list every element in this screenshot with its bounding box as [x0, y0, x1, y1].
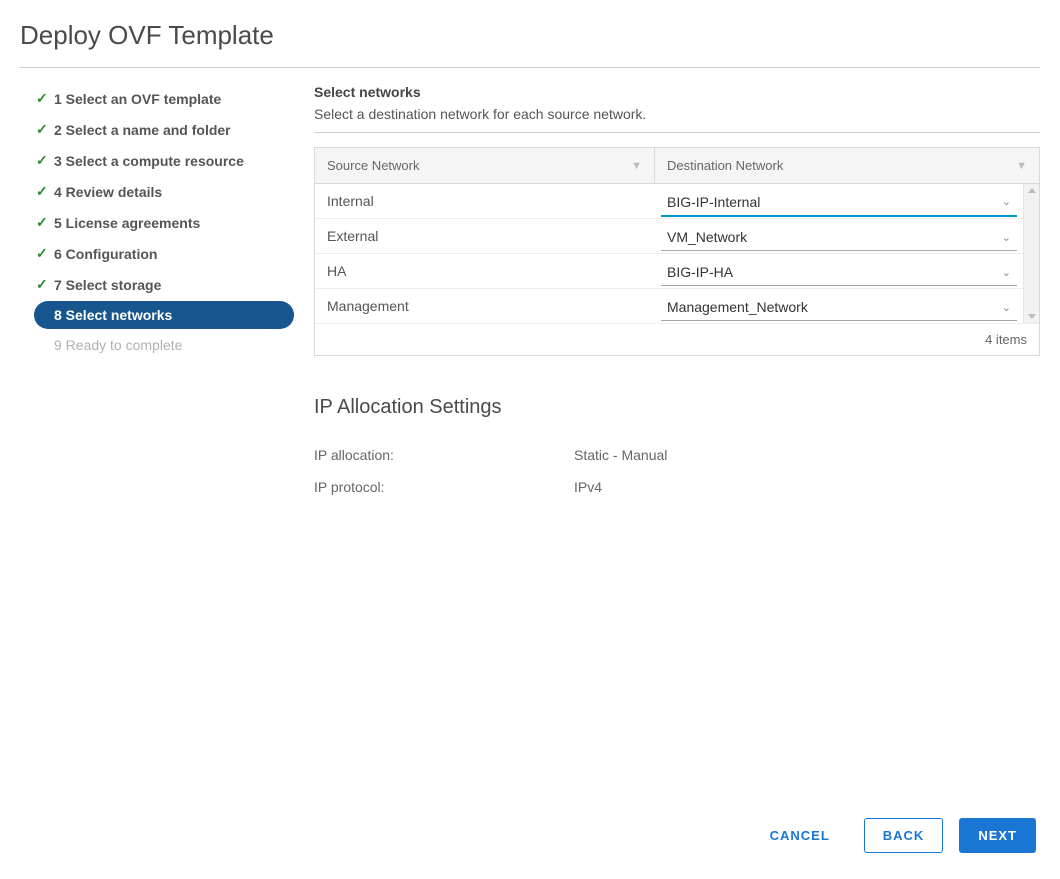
network-table-header: Source Network ▼ Destination Network ▼: [315, 147, 1039, 184]
destination-network-value: VM_Network: [667, 229, 747, 245]
destination-network-dropdown[interactable]: Management_Network ⌄: [661, 295, 1017, 321]
destination-network-dropdown[interactable]: BIG-IP-HA ⌄: [661, 260, 1017, 286]
wizard-step-label: 4 Review details: [54, 184, 162, 200]
ip-allocation-row: IP allocation: Static - Manual: [314, 439, 1040, 471]
destination-network-dropdown[interactable]: BIG-IP-Internal ⌄: [661, 190, 1017, 217]
table-row: External VM_Network ⌄: [315, 219, 1023, 254]
section-description: Select a destination network for each so…: [314, 106, 1040, 122]
ip-protocol-row: IP protocol: IPv4: [314, 471, 1040, 503]
check-icon: ✓: [36, 245, 54, 262]
wizard-step[interactable]: ✓7 Select storage: [20, 270, 308, 299]
column-header-destination-label: Destination Network: [667, 158, 783, 173]
page-title: Deploy OVF Template: [20, 20, 1040, 55]
next-button[interactable]: NEXT: [959, 818, 1036, 853]
source-network-cell: External: [315, 219, 655, 253]
destination-network-value: Management_Network: [667, 299, 808, 315]
destination-network-dropdown[interactable]: VM_Network ⌄: [661, 225, 1017, 251]
wizard-step[interactable]: ✓2 Select a name and folder: [20, 115, 308, 144]
wizard-step[interactable]: 8 Select networks: [34, 301, 294, 329]
wizard-step: 9 Ready to complete: [20, 331, 308, 359]
wizard-button-bar: CANCEL BACK NEXT: [752, 818, 1036, 853]
check-icon: ✓: [36, 152, 54, 169]
filter-icon[interactable]: ▼: [1016, 160, 1027, 172]
ip-allocation-value: Static - Manual: [574, 447, 667, 463]
check-icon: ✓: [36, 183, 54, 200]
wizard-step-label: 6 Configuration: [54, 246, 157, 262]
check-icon: ✓: [36, 276, 54, 293]
wizard-step[interactable]: ✓5 License agreements: [20, 208, 308, 237]
wizard-step-label: 1 Select an OVF template: [54, 91, 221, 107]
wizard-step-label: 8 Select networks: [54, 307, 172, 323]
filter-icon[interactable]: ▼: [631, 160, 642, 172]
column-header-destination[interactable]: Destination Network ▼: [655, 148, 1039, 183]
wizard-step[interactable]: ✓4 Review details: [20, 177, 308, 206]
column-header-source-label: Source Network: [327, 158, 419, 173]
wizard-step-label: 9 Ready to complete: [54, 337, 182, 353]
source-network-cell: Management: [315, 289, 655, 323]
wizard-step-label: 7 Select storage: [54, 277, 161, 293]
scrollbar[interactable]: [1023, 184, 1039, 323]
destination-network-value: BIG-IP-Internal: [667, 194, 760, 210]
content-pane: Select networks Select a destination net…: [308, 78, 1040, 503]
wizard-body: ✓1 Select an OVF template✓2 Select a nam…: [20, 78, 1040, 503]
title-divider: [20, 67, 1040, 68]
chevron-down-icon: ⌄: [1002, 195, 1011, 208]
ip-allocation-label: IP allocation:: [314, 447, 574, 463]
table-row: HA BIG-IP-HA ⌄: [315, 254, 1023, 289]
wizard-step[interactable]: ✓3 Select a compute resource: [20, 146, 308, 175]
network-rows: InternalBIG-IP-Internal⌄ExternalVM_Netwo…: [315, 184, 1023, 323]
back-button[interactable]: BACK: [864, 818, 944, 853]
wizard-step-label: 3 Select a compute resource: [54, 153, 244, 169]
ip-protocol-label: IP protocol:: [314, 479, 574, 495]
source-network-cell: HA: [315, 254, 655, 288]
section-divider: [314, 132, 1040, 133]
chevron-down-icon: ⌄: [1002, 231, 1011, 244]
wizard-step[interactable]: ✓1 Select an OVF template: [20, 84, 308, 113]
column-header-source[interactable]: Source Network ▼: [315, 148, 655, 183]
cancel-button[interactable]: CANCEL: [752, 819, 848, 852]
check-icon: ✓: [36, 121, 54, 138]
ip-allocation-heading: IP Allocation Settings: [314, 396, 1040, 419]
network-table: Source Network ▼ Destination Network ▼ I…: [314, 147, 1040, 356]
wizard-step-list: ✓1 Select an OVF template✓2 Select a nam…: [20, 78, 308, 503]
wizard-step[interactable]: ✓6 Configuration: [20, 239, 308, 268]
wizard-step-label: 2 Select a name and folder: [54, 122, 231, 138]
check-icon: ✓: [36, 214, 54, 231]
wizard-step-label: 5 License agreements: [54, 215, 200, 231]
table-row: Internal BIG-IP-Internal ⌄: [315, 184, 1023, 219]
check-icon: ✓: [36, 90, 54, 107]
section-heading: Select networks: [314, 84, 1040, 100]
destination-network-value: BIG-IP-HA: [667, 264, 733, 280]
table-row: Management Management_Network ⌄: [315, 289, 1023, 323]
chevron-down-icon: ⌄: [1002, 301, 1011, 314]
table-item-count: 4 items: [315, 323, 1039, 355]
chevron-down-icon: ⌄: [1002, 266, 1011, 279]
ip-protocol-value: IPv4: [574, 479, 602, 495]
source-network-cell: Internal: [315, 184, 655, 218]
